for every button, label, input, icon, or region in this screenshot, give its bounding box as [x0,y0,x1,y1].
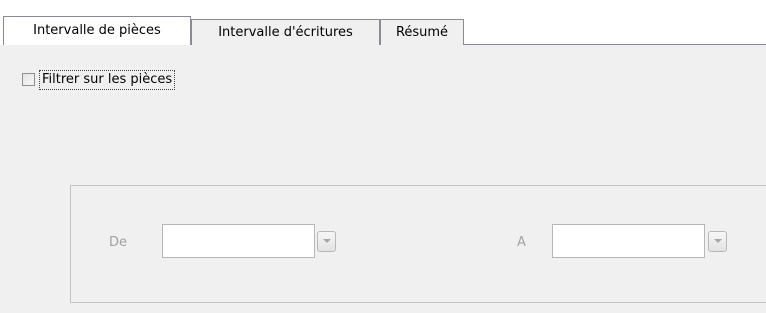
to-dropdown-button[interactable] [708,231,727,252]
from-dropdown-button[interactable] [317,231,336,252]
chevron-down-icon [323,239,331,243]
chevron-down-icon [714,239,722,243]
from-input[interactable] [162,224,315,258]
filter-checkbox[interactable] [22,73,35,86]
filter-checkbox-label[interactable]: Filtrer sur les pièces [39,70,176,90]
tab-panel: Filtrer sur les pièces De A [0,45,766,313]
range-group: De A [70,185,766,303]
to-input[interactable] [552,224,705,258]
tab-strip: Intervalle de pièces Intervalle d'écritu… [0,0,766,45]
tab-resume[interactable]: Résumé [380,19,464,45]
from-label: De [109,235,128,250]
tab-intervalle-d-ecritures[interactable]: Intervalle d'écritures [191,19,380,45]
tab-intervalle-de-pieces[interactable]: Intervalle de pièces [3,16,191,45]
to-label: A [517,235,526,250]
